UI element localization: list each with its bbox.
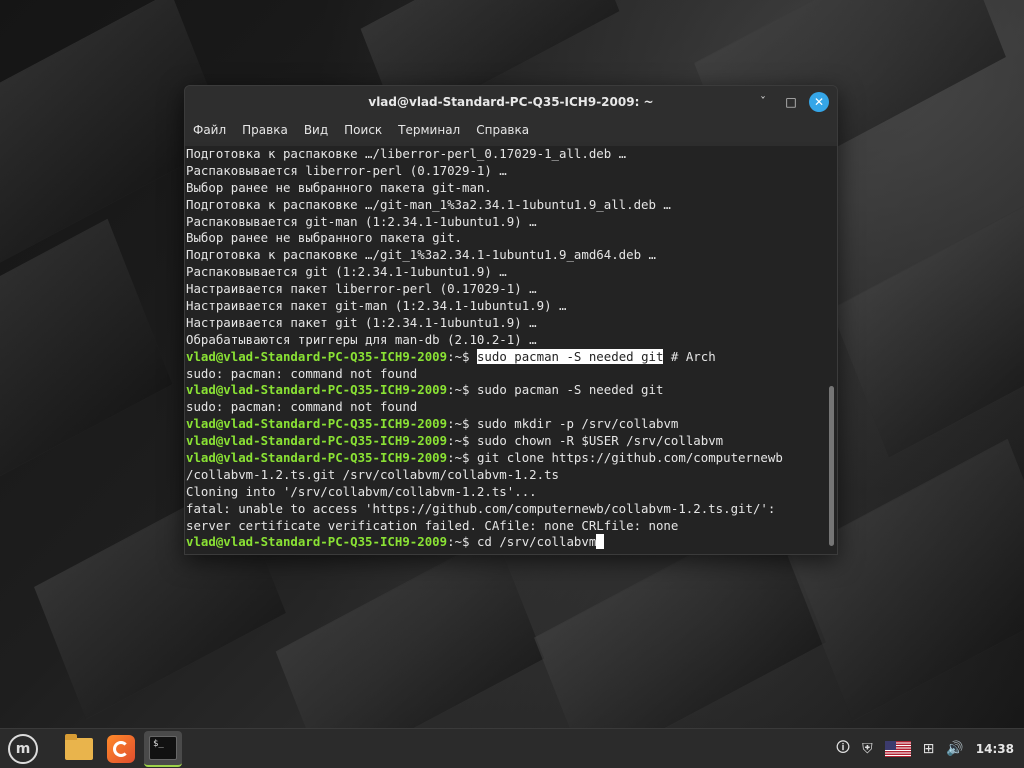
command-line: vlad@vlad-Standard-PC-Q35-ICH9-2009:~$ s… [186, 416, 827, 433]
terminal-launcher[interactable]: $_ [144, 730, 182, 767]
prompt-path: :~$ [447, 382, 470, 398]
prompt-user: vlad@vlad-Standard-PC-Q35-ICH9-2009 [186, 348, 448, 364]
prompt-user: vlad@vlad-Standard-PC-Q35-ICH9-2009 [186, 450, 448, 466]
output-line: Обрабатываются триггеры для man-db (2.10… [186, 331, 537, 347]
output-line: Cloning into '/srv/collabvm/collabvm-1.2… [186, 483, 537, 499]
system-tray: 🛈 ⛨ ⊞ 🔊 14:38 [836, 737, 1024, 761]
network-icon[interactable]: ⊞ [923, 741, 935, 757]
prompt-path: :~$ [447, 433, 470, 449]
maximize-button[interactable]: □ [781, 92, 801, 112]
terminal-window[interactable]: vlad@vlad-Standard-PC-Q35-ICH9-2009: ~ ˇ… [184, 85, 838, 555]
window-controls: ˇ □ ✕ [753, 92, 829, 112]
output-line: server certificate verification failed. … [186, 517, 679, 533]
firefox-icon [107, 734, 135, 763]
command-line: vlad@vlad-Standard-PC-Q35-ICH9-2009:~$ s… [186, 433, 827, 450]
menu-edit[interactable]: Правка [242, 123, 288, 137]
prompt-path: :~$ [447, 416, 470, 432]
output-line: Выбор ранее не выбранного пакета git. [186, 230, 463, 246]
output-line: Настраивается пакет git-man (1:2.34.1-1u… [186, 298, 567, 314]
command-text [469, 349, 476, 364]
prompt-user: vlad@vlad-Standard-PC-Q35-ICH9-2009 [186, 382, 448, 398]
command-line: vlad@vlad-Standard-PC-Q35-ICH9-2009:~$ s… [186, 348, 827, 366]
output-line: /collabvm-1.2.ts.git /srv/collabvm/colla… [186, 466, 559, 482]
output-line: Выбор ранее не выбранного пакета git-man… [186, 179, 492, 195]
command-line: vlad@vlad-Standard-PC-Q35-ICH9-2009:~$ s… [186, 382, 827, 399]
prompt-path: :~$ [447, 450, 470, 466]
output-line: Распаковывается liberror-perl (0.17029-1… [186, 162, 507, 178]
output-line: Настраивается пакет liberror-perl (0.170… [186, 281, 537, 297]
command-line: vlad@vlad-Standard-PC-Q35-ICH9-2009:~$ c… [186, 534, 827, 551]
output-line: Распаковывается git-man (1:2.34.1-1ubunt… [186, 213, 537, 229]
output-line: fatal: unable to access 'https://github.… [186, 500, 776, 516]
firefox-launcher[interactable] [102, 731, 140, 767]
selected-text: sudo pacman -S needed git [476, 348, 664, 364]
menu-file[interactable]: Файл [193, 123, 226, 137]
command-text: sudo chown -R $USER /srv/collabvm [469, 433, 724, 449]
menu-bar: Файл Правка Вид Поиск Терминал Справка [185, 118, 837, 142]
prompt-user: vlad@vlad-Standard-PC-Q35-ICH9-2009 [186, 433, 448, 449]
prompt-user: vlad@vlad-Standard-PC-Q35-ICH9-2009 [186, 416, 448, 432]
terminal-scrollbar[interactable] [829, 386, 834, 546]
output-line: sudo: pacman: command not found [186, 365, 418, 381]
us-flag-icon[interactable] [884, 740, 911, 757]
command-text: sudo mkdir -p /srv/collabvm [469, 416, 679, 432]
output-line: Подготовка к распаковке …/git_1%3a2.34.1… [186, 247, 656, 263]
minimize-button[interactable]: ˇ [753, 92, 773, 112]
output-line: Распаковывается git (1:2.34.1-1ubuntu1.9… [186, 264, 507, 280]
output-line: sudo: pacman: command not found [186, 399, 418, 415]
output-line: Подготовка к распаковке …/git-man_1%3a2.… [186, 196, 671, 212]
prompt-path: :~$ [447, 534, 470, 550]
terminal-icon: $_ [149, 735, 177, 760]
mint-menu-button[interactable]: m [4, 731, 42, 767]
output-line: Подготовка к распаковке …/liberror-perl_… [186, 146, 627, 161]
menu-view[interactable]: Вид [304, 123, 328, 137]
command-text: sudo pacman -S needed git [469, 382, 664, 398]
clock[interactable]: 14:38 [976, 742, 1014, 756]
menu-terminal[interactable]: Терминал [398, 123, 460, 137]
command-line: vlad@vlad-Standard-PC-Q35-ICH9-2009:~$ g… [186, 450, 827, 467]
taskbar: m $_ 🛈 ⛨ ⊞ 🔊 14:38 [0, 728, 1024, 768]
folder-icon [65, 733, 93, 760]
volume-icon[interactable]: 🔊 [946, 741, 963, 757]
mint-menu-icon: m [8, 733, 38, 764]
title-bar[interactable]: vlad@vlad-Standard-PC-Q35-ICH9-2009: ~ ˇ… [185, 86, 837, 118]
command-comment: # Arch [663, 348, 716, 364]
terminal-output[interactable]: Подготовка к распаковке …/liberror-perl_… [185, 146, 837, 554]
text-cursor [596, 534, 605, 550]
notification-icon[interactable]: 🛈 [836, 737, 850, 761]
command-text: git clone https://github.com/computernew… [469, 450, 783, 466]
shield-icon[interactable]: ⛨ [862, 741, 873, 757]
output-line: Настраивается пакет git (1:2.34.1-1ubunt… [186, 314, 537, 330]
window-title: vlad@vlad-Standard-PC-Q35-ICH9-2009: ~ [368, 95, 654, 109]
prompt-user: vlad@vlad-Standard-PC-Q35-ICH9-2009 [186, 534, 448, 550]
menu-help[interactable]: Справка [476, 123, 529, 137]
command-text: cd /srv/collabvm [469, 534, 597, 550]
files-launcher[interactable] [60, 731, 98, 767]
close-button[interactable]: ✕ [809, 92, 829, 112]
prompt-path: :~$ [447, 348, 470, 364]
menu-search[interactable]: Поиск [344, 123, 382, 137]
